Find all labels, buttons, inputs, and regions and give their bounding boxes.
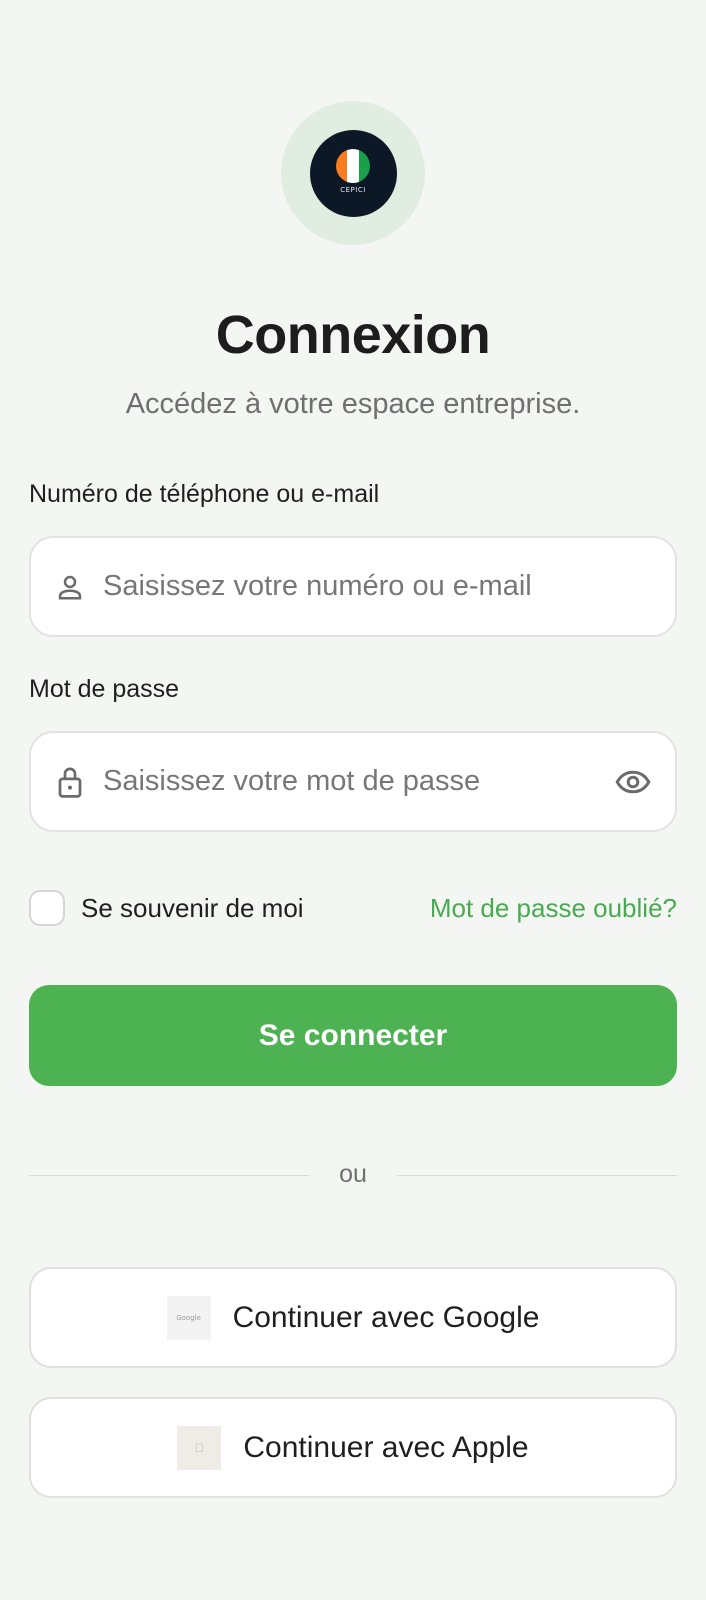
google-signin-label: Continuer avec Google <box>232 1300 540 1334</box>
google-signin-button[interactable]: Google Continuer avec Google <box>29 1267 677 1368</box>
page-subtitle: Accédez à votre espace entreprise. <box>125 388 581 420</box>
identifier-field[interactable] <box>29 536 677 637</box>
remember-me-toggle[interactable]: Se souvenir de moi <box>29 890 304 926</box>
forgot-password-link[interactable]: Mot de passe oublié? <box>430 893 677 924</box>
logo-halo: CEPICI <box>281 101 425 245</box>
app-logo: CEPICI <box>309 129 397 217</box>
password-label: Mot de passe <box>29 675 180 703</box>
eye-icon[interactable] <box>613 762 653 802</box>
identifier-input[interactable] <box>103 538 675 635</box>
password-input[interactable] <box>103 733 613 830</box>
apple-signin-button[interactable]:  Continuer avec Apple <box>29 1397 677 1498</box>
page-title: Connexion <box>215 305 491 365</box>
google-icon: Google <box>166 1295 211 1340</box>
ivory-coast-flag-icon <box>336 148 370 183</box>
remember-me-checkbox[interactable] <box>29 890 65 926</box>
identifier-label: Numéro de téléphone ou e-mail <box>29 480 380 508</box>
login-button[interactable]: Se connecter <box>29 985 677 1086</box>
logo-text: CEPICI <box>340 185 366 194</box>
login-screen: CEPICI Connexion Accédez à votre espace … <box>0 0 706 1600</box>
divider-line-right <box>396 1175 677 1176</box>
divider-line-left <box>29 1175 310 1176</box>
apple-icon:  <box>177 1425 222 1470</box>
remember-me-label: Se souvenir de moi <box>81 892 304 923</box>
remember-row: Se souvenir de moi Mot de passe oublié? <box>29 890 677 926</box>
lock-icon <box>53 765 87 799</box>
or-divider: ou <box>29 1160 677 1189</box>
apple-signin-label: Continuer avec Apple <box>243 1430 529 1464</box>
person-icon <box>53 570 87 604</box>
divider-label: ou <box>339 1160 367 1188</box>
password-field[interactable] <box>29 731 677 832</box>
